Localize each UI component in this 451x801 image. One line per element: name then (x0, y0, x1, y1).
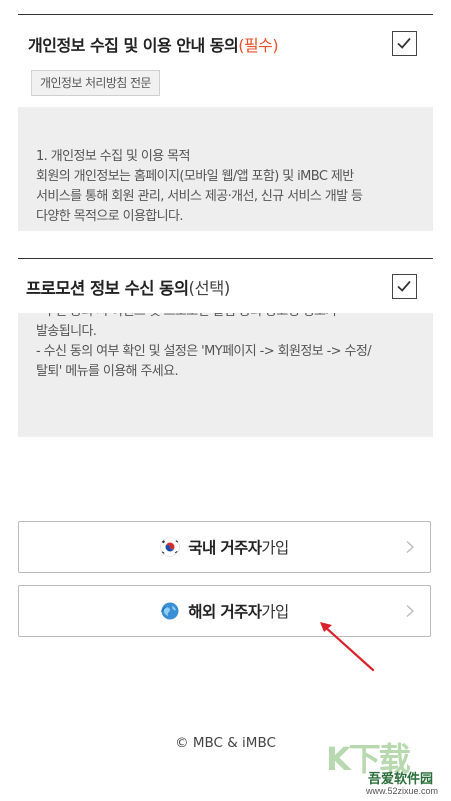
required-tag: (필수) (238, 36, 279, 55)
privacy-consent-title: 개인정보 수집 및 이용 안내 동의(필수) (28, 32, 279, 56)
privacy-terms-box[interactable]: 1. 개인정보 수집 및 이용 목적 회원의 개인정보는 홈페이지(모바일 웹/… (18, 107, 433, 231)
domestic-join-suffix: 가입 (261, 539, 289, 557)
terms-line: - 수신 동의 시 이벤트 및 프로모션 알림 등의 광고성 정보가 (36, 313, 421, 322)
promo-terms-content: - 수신 동의 시 이벤트 및 프로모션 알림 등의 광고성 정보가 발송됩니다… (36, 313, 421, 382)
promo-consent-header: 프로모션 정보 수신 동의(선택) (18, 259, 433, 301)
domestic-join-label: 국내 거주자가입 (19, 536, 430, 558)
promo-consent-checkbox[interactable] (392, 274, 417, 299)
domestic-join-text: 국내 거주자 (188, 539, 262, 557)
privacy-consent-checkbox[interactable] (392, 31, 417, 56)
overseas-join-text: 해외 거주자 (188, 603, 262, 621)
overseas-join-suffix: 가입 (261, 603, 289, 621)
promo-terms-box[interactable]: - 수신 동의 시 이벤트 및 프로모션 알림 등의 광고성 정보가 발송됩니다… (18, 313, 433, 437)
site-watermark: K下载 吾爱软件园 www.52zixue.com (320, 730, 448, 798)
terms-line: 탈퇴' 메뉴를 이용해 주세요. (36, 364, 179, 379)
optional-tag: (선택) (188, 279, 231, 298)
privacy-consent-header: 개인정보 수집 및 이용 안내 동의(필수) (18, 15, 433, 57)
chevron-right-icon (406, 540, 415, 554)
terms-line: 1. 개인정보 수집 및 이용 목적 (36, 149, 190, 164)
terms-line: 회원의 개인정보는 홈페이지(모바일 웹/앱 포함) 및 iMBC 제반 (36, 169, 354, 184)
chevron-right-icon (406, 604, 415, 618)
checkmark-icon (397, 37, 411, 49)
privacy-consent-title-text: 개인정보 수집 및 이용 안내 동의 (28, 36, 239, 55)
watermark-name: 吾爱软件园 (368, 772, 434, 787)
korea-flag-icon (160, 537, 181, 557)
terms-line: 다양한 목적으로 이용합니다. (36, 209, 184, 224)
terms-line: 발송됩니다. (36, 324, 97, 339)
watermark-url: www.52zixue.com (366, 786, 439, 796)
checkmark-icon (397, 280, 411, 292)
promo-consent-section: 프로모션 정보 수신 동의(선택) - 수신 동의 시 이벤트 및 프로모션 알… (18, 258, 433, 437)
globe-icon (161, 602, 179, 620)
promo-consent-title: 프로모션 정보 수신 동의(선택) (26, 275, 230, 299)
privacy-policy-button[interactable]: 개인정보 처리방침 전문 (31, 70, 160, 96)
promo-consent-title-text: 프로모션 정보 수신 동의 (26, 279, 189, 298)
terms-line: - 수신 동의 여부 확인 및 설정은 'MY페이지 -> 회원정보 -> 수정… (36, 344, 372, 359)
privacy-consent-section: 개인정보 수집 및 이용 안내 동의(필수) 개인정보 처리방침 전문 1. 개… (18, 14, 433, 231)
terms-line: 서비스를 통해 회원 관리, 서비스 제공·개선, 신규 서비스 개발 등 (36, 189, 363, 204)
annotation-arrow-icon (320, 622, 375, 672)
domestic-join-button[interactable]: 국내 거주자가입 (18, 521, 431, 573)
